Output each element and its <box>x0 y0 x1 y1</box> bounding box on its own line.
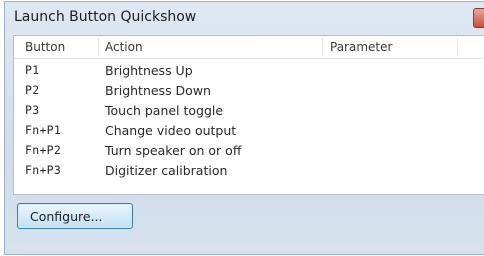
action-cell: Brightness Up <box>105 63 193 78</box>
configure-button[interactable]: Configure... <box>17 203 133 229</box>
list-item[interactable]: Fn+P3 Digitizer calibration <box>14 161 484 181</box>
column-header-action[interactable]: Action <box>105 40 143 54</box>
action-cell: Turn speaker on or off <box>105 143 242 158</box>
button-cell: Fn+P1 <box>25 123 62 137</box>
close-button[interactable] <box>473 8 484 28</box>
list-item[interactable]: P2 Brightness Down <box>14 81 484 101</box>
action-cell: Change video output <box>105 123 237 138</box>
button-cell: P1 <box>25 63 40 77</box>
title-bar[interactable]: Launch Button Quickshow <box>5 2 484 34</box>
column-divider[interactable] <box>457 38 458 56</box>
column-header-button[interactable]: Button <box>25 40 65 54</box>
dialog-footer: Configure... <box>5 195 484 255</box>
list-item[interactable]: P3 Touch panel toggle <box>14 101 484 121</box>
button-cell: P2 <box>25 83 40 97</box>
list-header: Button Action Parameter <box>14 36 484 59</box>
window-title: Launch Button Quickshow <box>14 9 197 25</box>
button-cell: Fn+P3 <box>25 163 62 177</box>
launch-button-quickshow-window: Launch Button Quickshow Button Action Pa… <box>4 1 484 255</box>
button-cell: Fn+P2 <box>25 143 62 157</box>
action-cell: Digitizer calibration <box>105 163 228 178</box>
column-divider[interactable] <box>322 38 323 56</box>
button-action-list: Button Action Parameter P1 Brightness Up… <box>13 35 484 195</box>
column-divider[interactable] <box>98 38 99 56</box>
column-header-parameter[interactable]: Parameter <box>330 40 392 54</box>
action-cell: Brightness Down <box>105 83 211 98</box>
list-item[interactable]: Fn+P2 Turn speaker on or off <box>14 141 484 161</box>
button-cell: P3 <box>25 103 40 117</box>
list-item[interactable]: Fn+P1 Change video output <box>14 121 484 141</box>
list-item[interactable]: P1 Brightness Up <box>14 61 484 81</box>
action-cell: Touch panel toggle <box>105 103 224 118</box>
